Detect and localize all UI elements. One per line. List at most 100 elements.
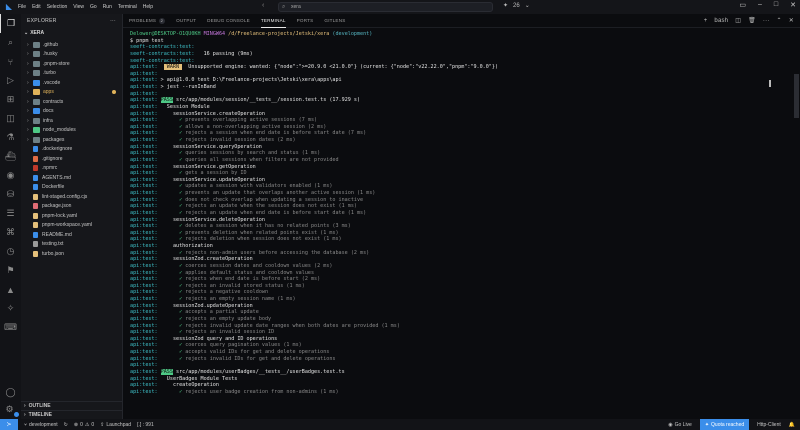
back-arrow-icon[interactable]: ‹ [262, 2, 264, 9]
terminal-line: api:test: ✓ rejects an empty session nam… [130, 296, 770, 303]
http-client-button[interactable]: Http-Client [757, 422, 781, 428]
file-item[interactable]: ›.npmrc [21, 164, 122, 174]
tab-problems[interactable]: PROBLEMS 2 [129, 14, 166, 28]
terminal-text: gets a session by ID [185, 170, 247, 177]
launchpad-indicator[interactable]: ⇪ Launchpad [100, 422, 131, 428]
minimize-icon[interactable]: – [758, 1, 762, 9]
problems-indicator[interactable]: ⊗ 0 ⚠ 0 [74, 422, 94, 428]
file-item[interactable]: ›package.json [21, 202, 122, 212]
error-icon: ⊗ [73, 421, 79, 428]
search-icon[interactable]: ⌕ [0, 33, 21, 52]
close-panel-icon[interactable]: ✕ [789, 17, 794, 24]
extensions-icon[interactable]: ⊞ [0, 90, 21, 109]
terminal-icon[interactable]: ⌨ [0, 318, 21, 337]
maximize-panel-icon[interactable]: ⌃ [777, 17, 782, 24]
menu-edit[interactable]: Edit [32, 4, 41, 10]
kill-terminal-icon[interactable]: 🗑 [748, 17, 756, 24]
file-item[interactable]: ›README.md [21, 230, 122, 240]
terminal-line: api:test: ✓ rejects when end date is bef… [130, 276, 770, 283]
sync-indicator[interactable]: ↻ [64, 422, 68, 428]
settings-gear-icon[interactable]: ⚙ [5, 404, 19, 417]
folder-item[interactable]: › infra [21, 116, 122, 126]
run-debug-icon[interactable]: ▷ [0, 71, 21, 90]
folder-item[interactable]: › packages [21, 135, 122, 145]
tab-terminal[interactable]: TERMINAL [260, 14, 286, 28]
file-item[interactable]: ›testing.txt [21, 240, 122, 250]
cursor-position[interactable]: [.] : 991 [137, 422, 154, 428]
docker-icon[interactable]: ⛴ [0, 147, 21, 166]
outline-section[interactable]: › OUTLINE [21, 401, 123, 410]
terminal-text: api:test: [130, 150, 161, 157]
file-item[interactable]: ›.dockerignore [21, 145, 122, 155]
folder-item[interactable]: › .vscode [21, 78, 122, 88]
go-live-button[interactable]: ◉ Go Live [668, 422, 692, 428]
folder-item[interactable]: › apps [21, 88, 122, 98]
terminal-text: api:test: [130, 137, 161, 143]
more-actions-icon[interactable]: ··· [763, 18, 770, 24]
file-item[interactable]: ›lint-staged.config.cjs [21, 192, 122, 202]
terminal-output[interactable]: Delower@DESKTOP-O1QU0KH MINGW64 /d/Freel… [130, 31, 770, 395]
folder-item[interactable]: › node_modules [21, 126, 122, 136]
notifications-button[interactable]: 🔔 [789, 422, 795, 428]
folder-item[interactable]: › .pnpm-store [21, 59, 122, 69]
menu-view[interactable]: View [73, 4, 84, 10]
source-control-icon[interactable]: ⑂ [0, 52, 21, 71]
file-item[interactable]: ›pnpm-lock.yaml [21, 211, 122, 221]
new-terminal-icon[interactable]: + [704, 18, 708, 24]
deploy-icon[interactable]: ▲ [0, 280, 21, 299]
tab-gitlens[interactable]: GITLENS [324, 14, 345, 28]
remote-explorer-icon[interactable]: ◫ [0, 109, 21, 128]
terminal-text: api:test: [130, 362, 161, 369]
scrollbar-thumb[interactable] [794, 74, 799, 118]
menu-file[interactable]: File [18, 4, 26, 10]
gitlens-icon[interactable]: ◉ [0, 166, 21, 185]
folder-item[interactable]: › .turbo [21, 69, 122, 79]
workspace-root[interactable]: ⌄ XERA [21, 28, 122, 38]
menu-go[interactable]: Go [90, 4, 97, 10]
folder-item[interactable]: › contracts [21, 97, 122, 107]
more-actions-icon[interactable]: ··· [110, 18, 116, 24]
folder-item[interactable]: › .husky [21, 50, 122, 60]
layout-icon[interactable]: ▭ [739, 1, 746, 9]
close-icon[interactable]: ✕ [790, 1, 796, 9]
menu-terminal[interactable]: Terminal [118, 4, 137, 10]
file-item[interactable]: ›turbo.json [21, 249, 122, 259]
file-item[interactable]: ›Dockerfile [21, 183, 122, 193]
split-terminal-icon[interactable]: ◫ [735, 17, 741, 24]
menu-run[interactable]: Run [103, 4, 112, 10]
file-item[interactable]: ›.gitignore [21, 154, 122, 164]
explorer-icon[interactable]: ❐ [0, 14, 21, 33]
menu-selection[interactable]: Selection [47, 4, 68, 10]
timeline-icon[interactable]: ◷ [0, 242, 21, 261]
terminal-text: api:test: [130, 103, 161, 110]
tab-ports[interactable]: PORTS [297, 14, 314, 28]
folder-icon [33, 41, 40, 48]
quota-indicator[interactable]: ✦ Quota reached [699, 419, 750, 430]
git-branch-icon: ⑂ [24, 421, 28, 428]
shell-name: bash [714, 17, 729, 24]
api-client-icon[interactable]: ⌘ [0, 223, 21, 242]
folder-item[interactable]: › .github [21, 40, 122, 50]
bookmark-icon[interactable]: ⚑ [0, 261, 21, 280]
chevron-down-icon[interactable]: ⌄ [525, 2, 530, 9]
tab-debug-console[interactable]: DEBUG CONSOLE [207, 14, 250, 28]
database-icon[interactable]: ⛁ [0, 185, 21, 204]
copilot-chat-icon[interactable]: ✧ [0, 299, 21, 318]
rocket-icon: ⇪ [100, 421, 105, 428]
copilot-icon[interactable]: ✦ [503, 2, 508, 9]
file-item[interactable]: ›AGENTS.md [21, 173, 122, 183]
command-center-search[interactable]: ⌕ xera [278, 2, 493, 12]
file-item[interactable]: ›pnpm-workspace.yaml [21, 221, 122, 231]
branch-indicator[interactable]: ⑂ development [24, 422, 58, 428]
folder-item[interactable]: › docs [21, 107, 122, 117]
account-icon[interactable]: ◯ [5, 387, 15, 398]
remote-indicator-icon[interactable]: ≻ [0, 419, 18, 430]
terminal-scrollbar[interactable] [793, 28, 800, 419]
testing-icon[interactable]: ⚗ [0, 128, 21, 147]
tasks-icon[interactable]: ☰ [0, 204, 21, 223]
bell-icon: 🔔 [788, 421, 795, 428]
timeline-section[interactable]: › TIMELINE [21, 410, 123, 419]
maximize-icon[interactable]: □ [774, 1, 778, 9]
menu-help[interactable]: Help [143, 4, 153, 10]
tab-output[interactable]: OUTPUT [176, 14, 196, 28]
